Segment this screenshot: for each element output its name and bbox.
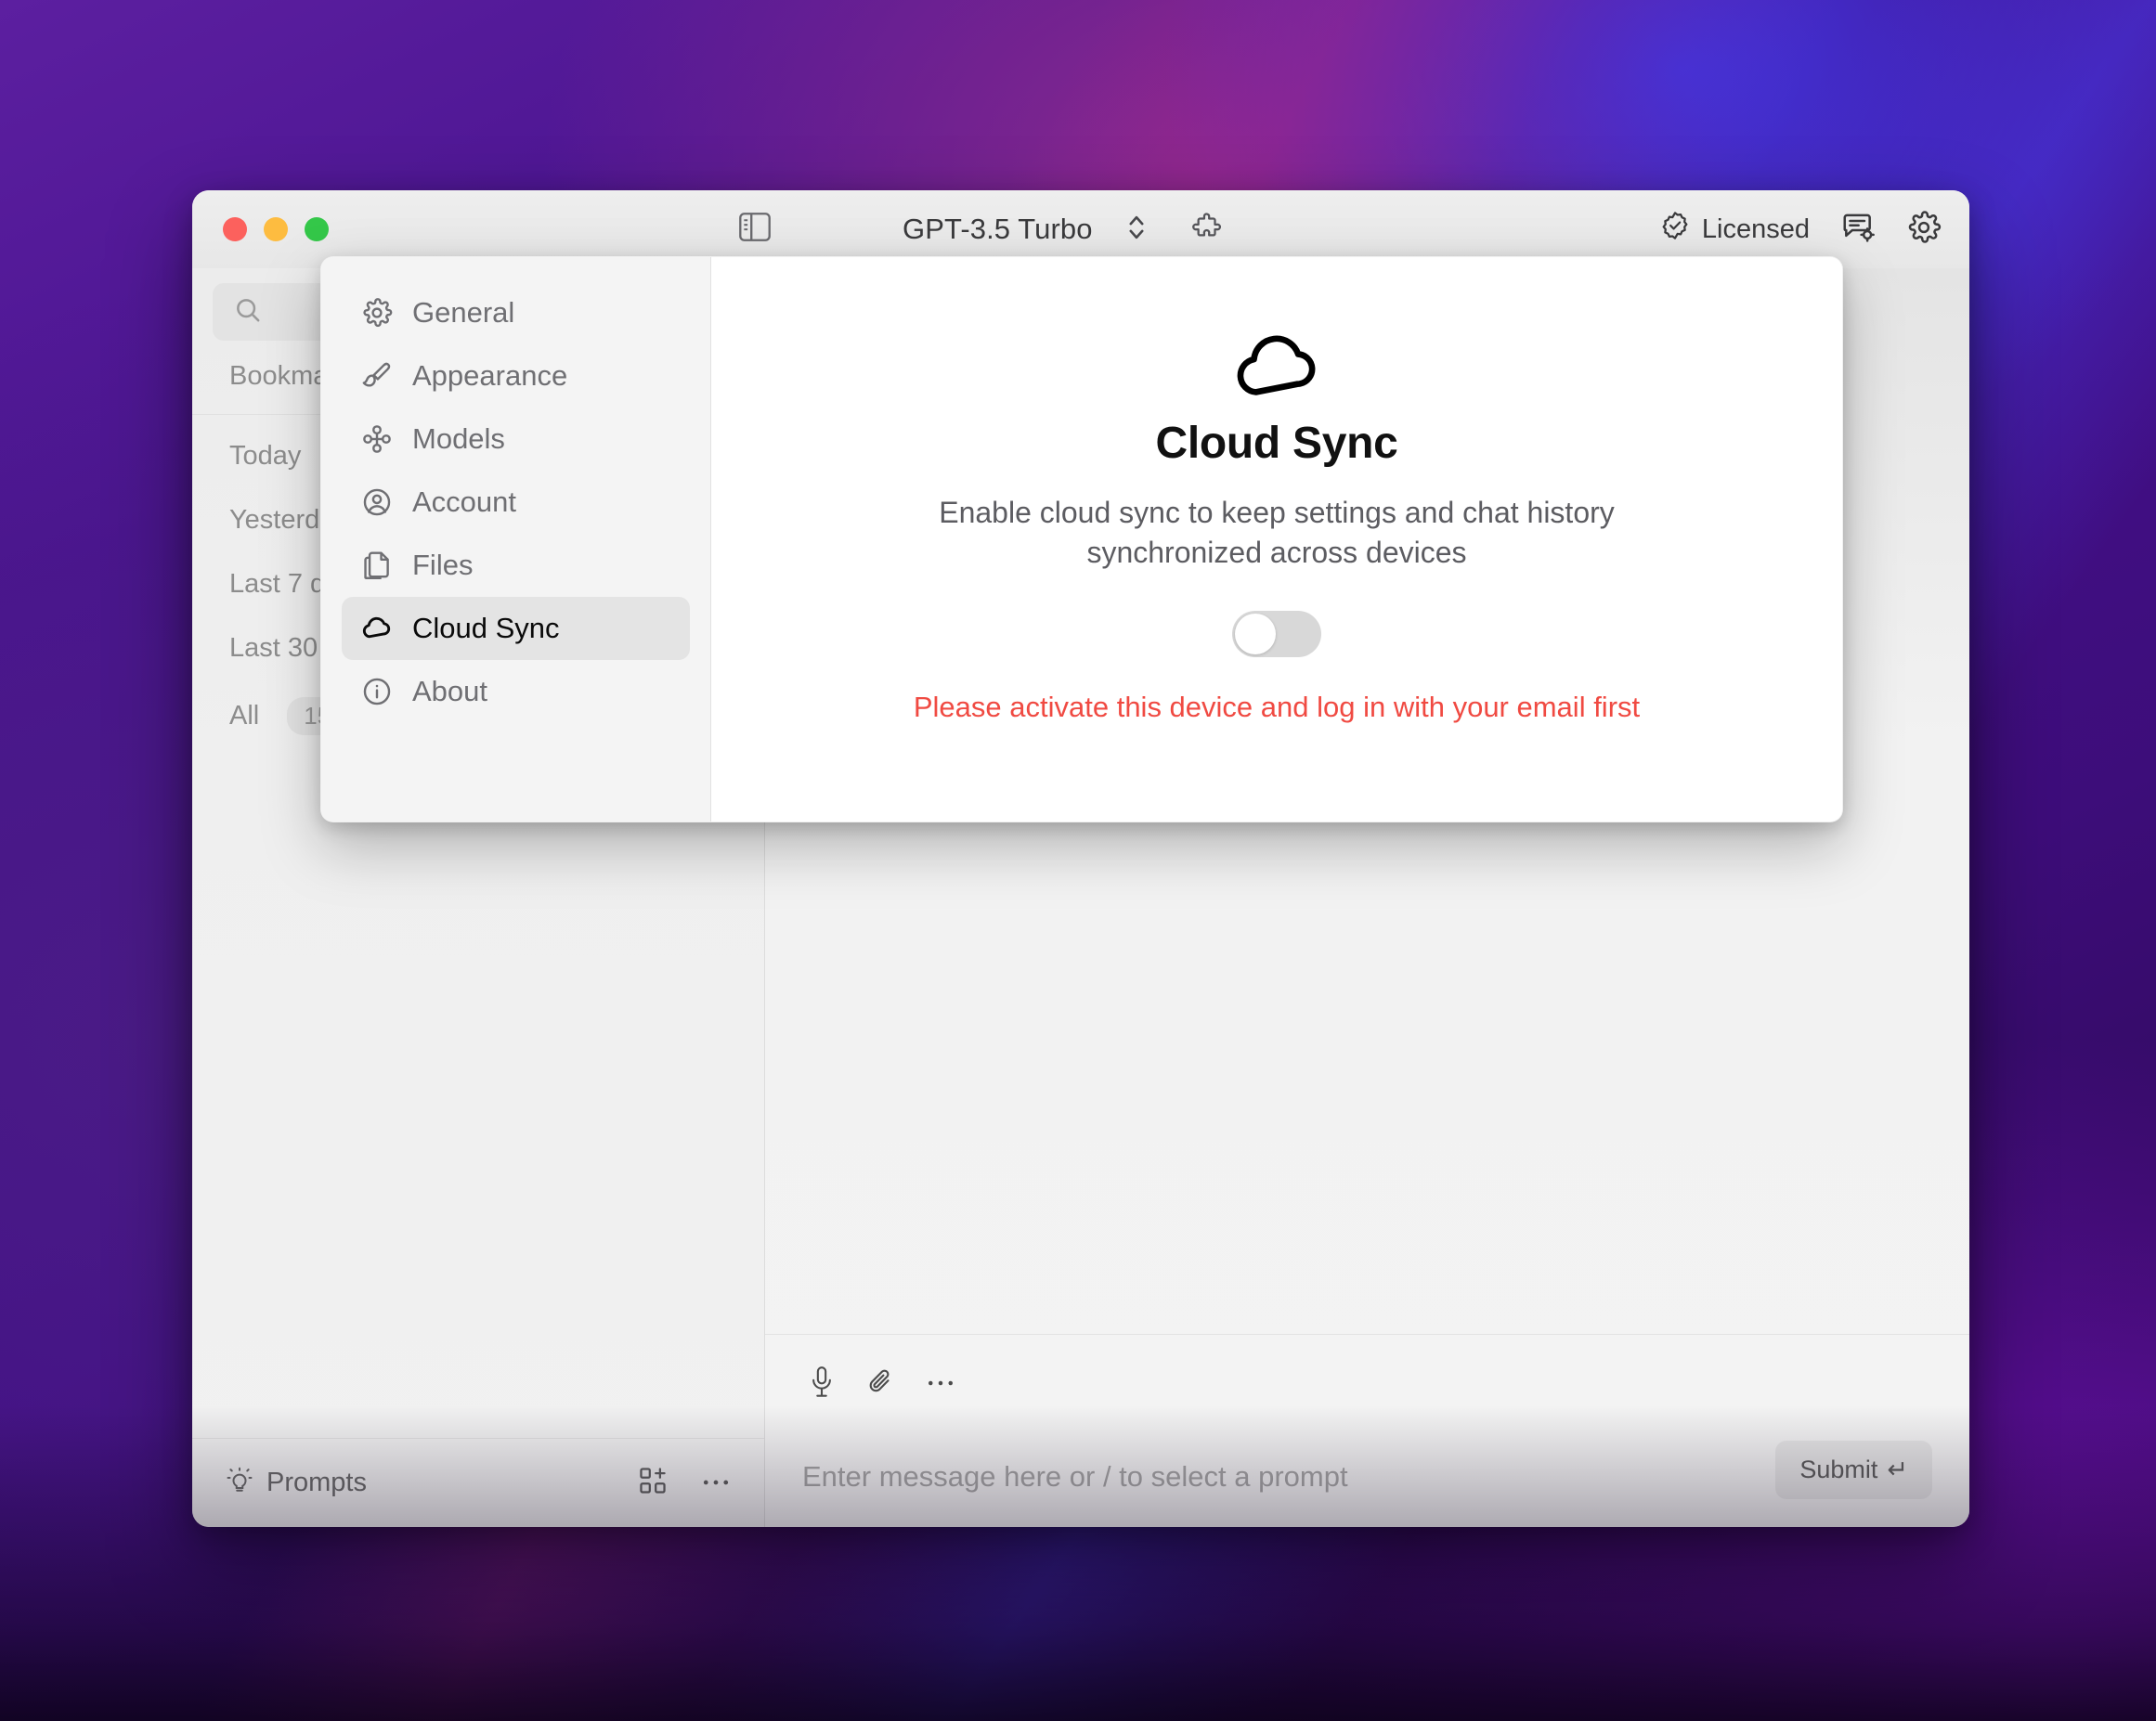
ellipsis-icon[interactable] xyxy=(927,1376,955,1392)
brush-icon xyxy=(360,359,394,393)
settings-nav-label: General xyxy=(412,296,515,329)
microphone-icon[interactable] xyxy=(808,1365,836,1404)
settings-nav-account[interactable]: Account xyxy=(342,471,690,534)
prompts-label: Prompts xyxy=(266,1468,367,1497)
group-label: Today xyxy=(229,441,302,471)
lightbulb-icon xyxy=(226,1467,253,1499)
models-icon xyxy=(360,422,394,456)
gear-icon[interactable] xyxy=(1906,210,1942,250)
settings-nav-about[interactable]: About xyxy=(342,660,690,723)
puzzle-piece-icon[interactable] xyxy=(1191,211,1225,249)
model-name-label: GPT-3.5 Turbo xyxy=(903,213,1093,245)
panel-description: Enable cloud sync to keep settings and c… xyxy=(939,496,1615,569)
cloud-sync-toggle[interactable] xyxy=(1232,611,1321,658)
cloud-sync-panel: Cloud Sync Enable cloud sync to keep set… xyxy=(711,257,1842,822)
gear-icon xyxy=(360,296,394,330)
zoom-window-button[interactable] xyxy=(305,217,329,241)
minimize-window-button[interactable] xyxy=(264,217,288,241)
sidebar-toggle-button[interactable] xyxy=(738,213,772,247)
cloud-icon xyxy=(360,612,394,645)
settings-dialog: General Appearance Models Account Files … xyxy=(320,256,1843,822)
settings-nav-label: About xyxy=(412,675,488,707)
sidebar-footer-actions xyxy=(638,1466,731,1500)
user-icon xyxy=(360,485,394,519)
sidebar-footer: Prompts xyxy=(192,1438,764,1527)
settings-nav-label: Account xyxy=(412,485,517,518)
check-badge-icon xyxy=(1659,210,1691,249)
submit-button[interactable]: Submit ↵ xyxy=(1775,1441,1932,1499)
composer-toolbar xyxy=(802,1359,1932,1409)
settings-nav-label: Files xyxy=(412,549,474,581)
settings-nav-label: Appearance xyxy=(412,359,568,392)
message-input[interactable]: Enter message here or / to select a prom… xyxy=(802,1460,1757,1499)
chevron-down-icon[interactable] xyxy=(1126,212,1147,248)
settings-nav-cloud-sync[interactable]: Cloud Sync xyxy=(342,597,690,660)
desktop-background: GPT-3.5 Turbo Licensed Bookmarks Today Y… xyxy=(0,0,2156,1721)
license-status-label: Licensed xyxy=(1701,214,1810,244)
panel-error-message: Please activate this device and log in w… xyxy=(913,691,1641,724)
settings-nav-general[interactable]: General xyxy=(342,281,690,344)
cloud-icon xyxy=(1231,330,1322,403)
settings-nav-label: Cloud Sync xyxy=(412,612,560,644)
chat-settings-icon[interactable] xyxy=(1840,210,1876,250)
close-window-button[interactable] xyxy=(223,217,247,241)
paperclip-icon[interactable] xyxy=(867,1366,895,1403)
settings-nav-files[interactable]: Files xyxy=(342,534,690,597)
toggle-knob xyxy=(1235,614,1276,655)
panel-title: Cloud Sync xyxy=(1155,419,1398,468)
info-icon xyxy=(360,675,394,708)
message-composer: Enter message here or / to select a prom… xyxy=(765,1334,1969,1527)
settings-nav-appearance[interactable]: Appearance xyxy=(342,344,690,408)
license-status-badge[interactable]: Licensed xyxy=(1659,210,1810,249)
search-icon xyxy=(233,295,263,330)
settings-nav-label: Models xyxy=(412,422,505,455)
enter-key-icon: ↵ xyxy=(1887,1456,1908,1483)
ellipsis-icon[interactable] xyxy=(701,1475,731,1492)
group-label: All xyxy=(229,701,260,731)
submit-label: Submit xyxy=(1799,1456,1878,1483)
traffic-light-buttons xyxy=(192,217,329,241)
settings-nav-list: General Appearance Models Account Files … xyxy=(321,257,711,822)
add-grid-icon[interactable] xyxy=(638,1466,668,1500)
settings-nav-models[interactable]: Models xyxy=(342,408,690,471)
files-icon xyxy=(360,549,394,582)
composer-input-row: Enter message here or / to select a prom… xyxy=(802,1441,1932,1499)
